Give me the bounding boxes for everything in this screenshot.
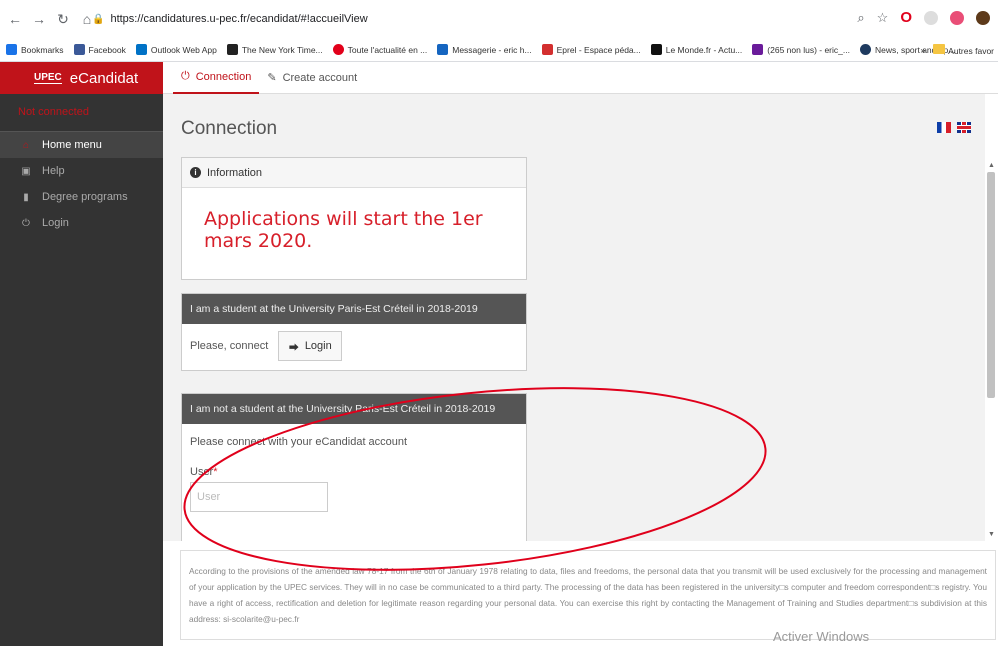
extension-icon-2[interactable]	[950, 10, 964, 25]
student-panel: I am a student at the University Paris-E…	[181, 293, 527, 371]
bookmark-item[interactable]: Outlook Web App	[135, 44, 217, 55]
brand-header[interactable]: UPEC eCandidat	[0, 62, 163, 94]
page-scrollbar[interactable]: ▲ ▼	[985, 160, 998, 541]
scroll-up-icon[interactable]: ▲	[985, 160, 998, 172]
announcement-text: Applications will start the 1er mars 202…	[204, 208, 483, 252]
sign-in-icon: ⮕	[288, 342, 299, 354]
browser-toolbar: ← → ↻ ⌂ 🔒 https://candidatures.u-pec.fr/…	[0, 0, 998, 38]
top-tabs: ⏻ Connection ✎ Create account	[163, 62, 998, 94]
page-title: Connection	[181, 118, 278, 139]
bookmark-item[interactable]: (265 non lus) - eric_...	[752, 44, 850, 55]
tab-connection[interactable]: ⏻ Connection	[173, 62, 260, 94]
folder-icon	[933, 44, 946, 54]
bookmark-icon: ▮	[23, 191, 29, 203]
star-icon[interactable]: ☆	[877, 10, 889, 26]
non-student-panel: I am not a student at the University Par…	[181, 393, 527, 541]
non-student-header: I am not a student at the University Par…	[182, 394, 526, 424]
bookmark-item[interactable]: Eprel - Espace péda...	[541, 44, 641, 55]
scroll-down-icon[interactable]: ▼	[985, 529, 998, 541]
connection-status: Not connected	[0, 94, 163, 132]
reload-icon[interactable]: ↻	[54, 11, 72, 28]
power-icon: ⏻	[22, 217, 30, 229]
windows-activation-watermark: Activer Windows	[773, 629, 870, 644]
bookmark-item[interactable]: Bookmarks	[6, 44, 64, 55]
tab-create-account[interactable]: ✎ Create account	[259, 62, 365, 94]
brand-name: eCandidat	[69, 69, 139, 87]
uk-flag-icon[interactable]	[957, 122, 971, 133]
french-flag-icon[interactable]	[937, 122, 951, 133]
scroll-thumb[interactable]	[987, 172, 995, 398]
eprel-icon	[541, 44, 553, 55]
bookmarks-bar: Bookmarks Facebook Outlook Web App The N…	[0, 38, 998, 62]
extension-icon[interactable]	[924, 10, 938, 25]
information-panel: i Information Applications will start th…	[181, 157, 527, 280]
required-mark: *	[213, 466, 218, 478]
bookmark-item[interactable]: Toute l'actualité en ...	[332, 44, 427, 55]
help-icon: ▣	[21, 165, 31, 177]
sidebar-item-home[interactable]: ⌂ Home menu	[0, 132, 163, 158]
star-icon	[6, 44, 17, 55]
home-icon: ⌂	[22, 139, 30, 151]
sidebar-item-help[interactable]: ▣ Help	[0, 158, 163, 184]
bookmark-item[interactable]: The New York Time...	[226, 44, 323, 55]
user-label: User*	[190, 466, 218, 478]
more-bookmarks-button[interactable]: »	[920, 45, 925, 55]
news-icon	[859, 44, 871, 55]
forward-icon[interactable]: →	[30, 11, 48, 27]
url-text: https://candidatures.u-pec.fr/ecandidat/…	[110, 13, 368, 25]
connect-prompt: Please connect with your eCandidat accou…	[190, 436, 408, 448]
power-icon: ⏻	[181, 70, 190, 82]
opera-icon[interactable]: O	[900, 9, 912, 26]
zoom-icon[interactable]: ⌕	[857, 10, 864, 26]
facebook-icon	[73, 44, 85, 55]
bookmark-item[interactable]: Messagerie - eric h...	[437, 44, 532, 55]
user-input[interactable]	[190, 482, 328, 512]
other-bookmarks-folder[interactable]: Autres favor	[933, 44, 994, 56]
info-icon: i	[190, 167, 201, 178]
nyt-icon	[226, 44, 238, 55]
bookmark-item[interactable]: Facebook	[73, 44, 126, 55]
news-icon	[332, 44, 344, 55]
login-button[interactable]: ⮕ Login	[278, 331, 343, 361]
sidebar-item-degree-programs[interactable]: ▮ Degree programs	[0, 184, 163, 210]
pen-icon: ✎	[267, 72, 277, 84]
bookmark-item[interactable]: Le Monde.fr - Actu...	[650, 44, 742, 55]
back-icon[interactable]: ←	[6, 11, 24, 27]
student-prompt: Please, connect	[190, 340, 269, 352]
lock-icon: 🔒	[92, 13, 105, 25]
student-header: I am a student at the University Paris-E…	[182, 294, 526, 324]
outlook-icon	[135, 44, 147, 55]
mail-icon	[437, 44, 449, 55]
main-content: Connection i Information Applications wi…	[163, 94, 985, 541]
privacy-notice: According to the provisions of the amend…	[180, 550, 996, 640]
information-header: i Information	[182, 158, 526, 188]
lemonde-icon	[650, 44, 662, 55]
upec-logo: UPEC	[34, 72, 62, 84]
address-bar[interactable]: 🔒 https://candidatures.u-pec.fr/ecandida…	[92, 8, 852, 30]
profile-avatar[interactable]	[976, 10, 990, 25]
sidebar-item-login[interactable]: ⏻ Login	[0, 210, 163, 236]
sidebar: UPEC eCandidat Not connected ⌂ Home menu…	[0, 62, 163, 646]
mail-icon	[752, 44, 764, 55]
